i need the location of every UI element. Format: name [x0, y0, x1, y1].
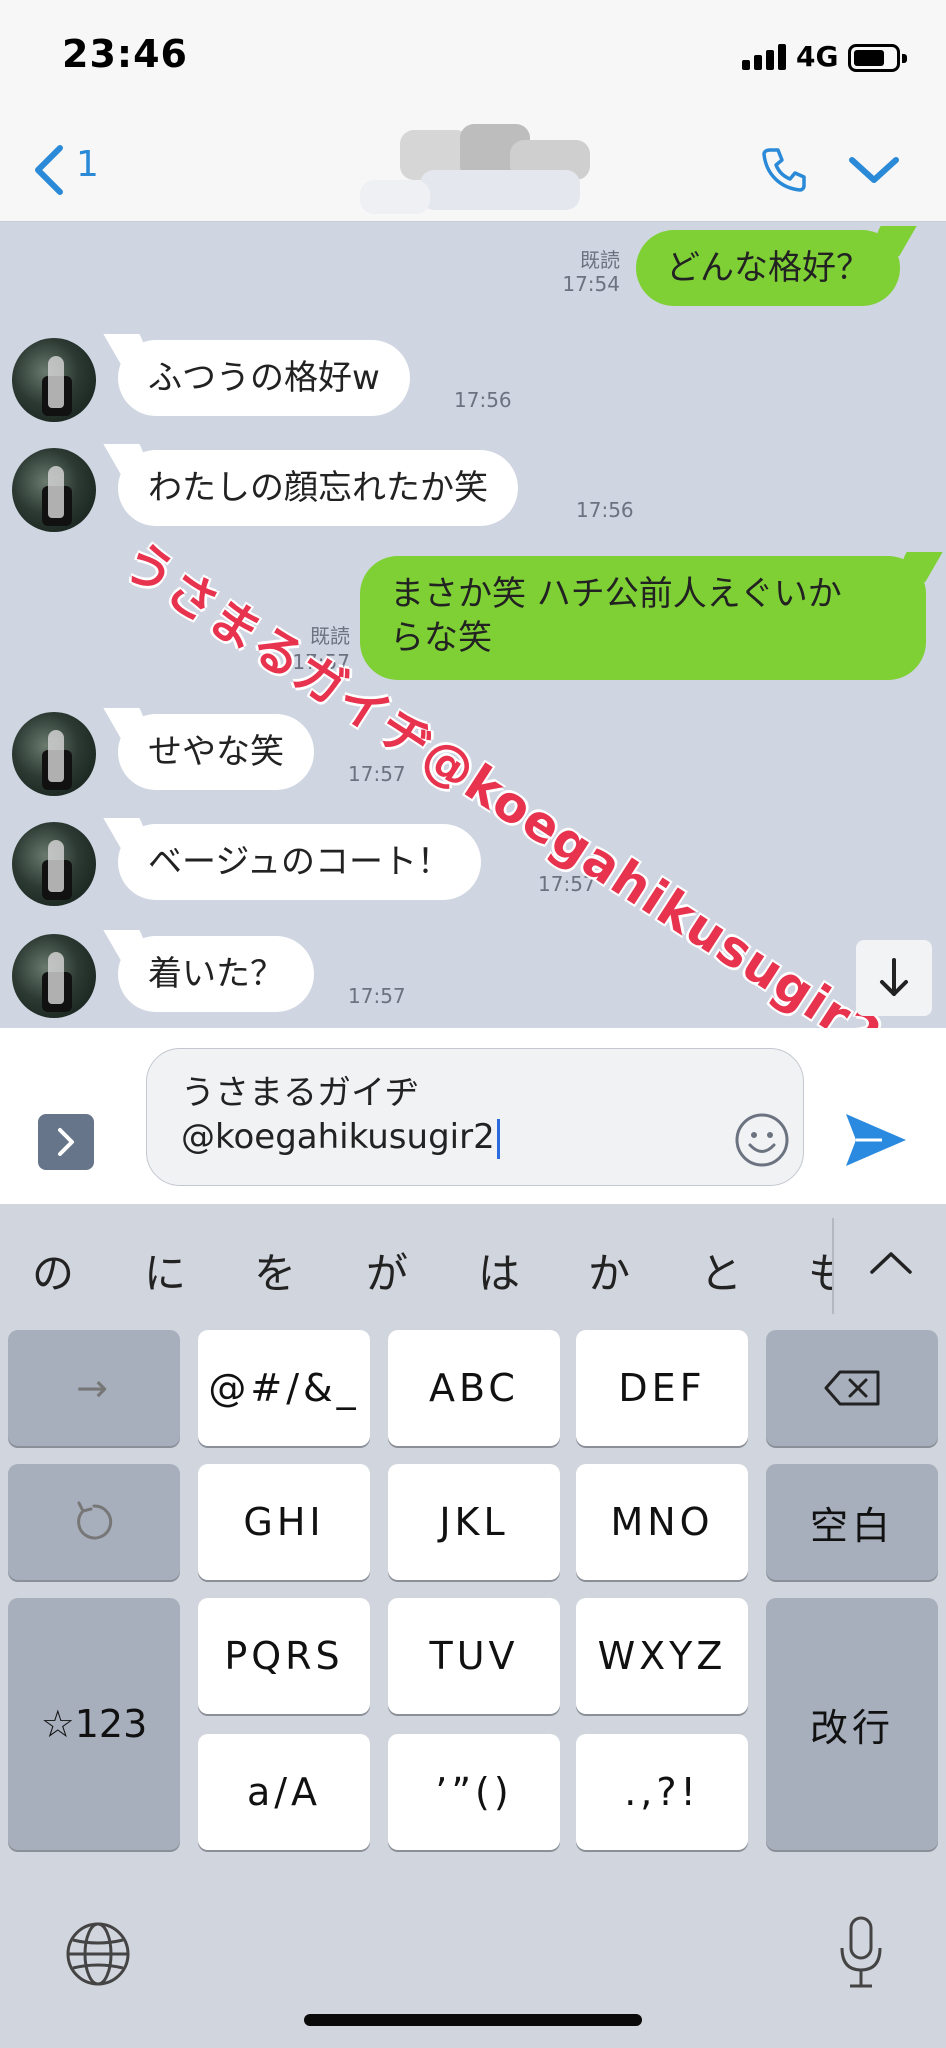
suggestion-item[interactable]: と — [700, 1240, 742, 1301]
key-numbers[interactable]: ☆123 — [8, 1598, 180, 1850]
chevron-up-icon[interactable] — [866, 1244, 916, 1280]
emoji-smile-icon[interactable] — [734, 1112, 790, 1168]
signal-strength-icon — [742, 44, 786, 70]
undo-icon — [77, 1501, 113, 1540]
input-text-line-2: @koegahikusugir2 — [181, 1117, 495, 1157]
suggestion-item[interactable]: が — [366, 1240, 408, 1301]
key-def[interactable]: DEF — [576, 1330, 748, 1446]
keyboard: の に を が は か と も → @#/&_ ABC DEF GHI JKL … — [0, 1204, 946, 2048]
globe-icon[interactable] — [64, 1920, 132, 1988]
contact-avatar[interactable] — [12, 822, 96, 906]
key-backspace[interactable] — [766, 1330, 938, 1446]
message-bubble-incoming[interactable]: せやな笑 — [118, 714, 314, 790]
arrow-down-icon — [880, 958, 908, 996]
suggestion-item[interactable]: の — [32, 1240, 74, 1301]
read-receipt: 既読 — [310, 624, 350, 648]
chat-area[interactable]: 既読 17:54 どんな格好？ ふつうの格好w 17:56 わたしの顔忘れたか笑… — [0, 222, 946, 1028]
message-composer: うさまるガイヂ @koegahikusugir2 — [0, 1028, 946, 1204]
contact-avatar[interactable] — [12, 712, 96, 796]
status-bar: 23:46 4G — [0, 0, 946, 120]
message-bubble-incoming[interactable]: 着いた？ — [118, 936, 314, 1012]
key-mno[interactable]: MNO — [576, 1464, 748, 1580]
contact-name-redacted — [360, 120, 620, 222]
message-time: 17:54 — [562, 272, 620, 296]
message-time: 17:57 — [348, 762, 406, 786]
suggestion-item[interactable]: に — [144, 1240, 186, 1301]
microphone-icon[interactable] — [834, 1914, 888, 1992]
menu-chevron-down-icon[interactable] — [848, 150, 900, 190]
expand-menu-button[interactable] — [38, 1114, 94, 1170]
suggestion-item[interactable]: か — [588, 1240, 630, 1301]
suggestion-item[interactable]: は — [478, 1240, 520, 1301]
message-time: 17:57 — [348, 984, 406, 1008]
chat-header: 1 — [0, 120, 946, 222]
key-punctuation[interactable]: .,?! — [576, 1734, 748, 1850]
back-chevron-icon[interactable] — [30, 142, 70, 198]
message-text-line: まさか笑 ハチ公前人えぐいか — [390, 574, 842, 614]
key-jkl[interactable]: JKL — [388, 1464, 560, 1580]
key-ghi[interactable]: GHI — [198, 1464, 370, 1580]
scroll-to-bottom-button[interactable] — [856, 940, 932, 1016]
back-unread-count[interactable]: 1 — [76, 144, 99, 185]
key-symbols[interactable]: @#/&_ — [198, 1330, 370, 1446]
message-time: 17:57 — [538, 872, 596, 896]
message-bubble-outgoing[interactable]: まさか笑 ハチ公前人えぐいか らな笑 — [360, 556, 926, 680]
input-text-line: @koegahikusugir2 — [181, 1117, 500, 1159]
message-time: 17:57 — [292, 650, 350, 674]
suggestion-bar: の に を が は か と も — [0, 1204, 946, 1330]
suggestion-item[interactable]: も — [808, 1240, 832, 1301]
key-undo[interactable] — [8, 1464, 180, 1580]
text-caret — [496, 1118, 500, 1159]
chevron-right-icon — [58, 1128, 74, 1156]
key-label: → — [76, 1366, 112, 1410]
key-tuv[interactable]: TUV — [388, 1598, 560, 1714]
message-bubble-incoming[interactable]: ふつうの格好w — [118, 340, 410, 416]
key-quotes[interactable]: ’”() — [388, 1734, 560, 1850]
key-abc[interactable]: ABC — [388, 1330, 560, 1446]
message-text-line: らな笑 — [390, 618, 492, 658]
suggestion-item[interactable]: を — [254, 1240, 296, 1301]
send-icon[interactable] — [842, 1108, 910, 1172]
home-indicator — [304, 2014, 642, 2026]
message-input[interactable]: うさまるガイヂ @koegahikusugir2 — [146, 1048, 804, 1186]
contact-avatar[interactable] — [12, 338, 96, 422]
message-time: 17:56 — [576, 498, 634, 522]
message-bubble-incoming[interactable]: ベージュのコート！ — [118, 824, 481, 900]
read-receipt: 既読 — [580, 248, 620, 272]
contact-avatar[interactable] — [12, 934, 96, 1018]
key-pqrs[interactable]: PQRS — [198, 1598, 370, 1714]
status-time: 23:46 — [62, 32, 188, 76]
key-arrow[interactable]: → — [8, 1330, 180, 1446]
contact-avatar[interactable] — [12, 448, 96, 532]
phone-call-icon[interactable] — [758, 144, 808, 194]
key-return[interactable]: 改行 — [766, 1598, 938, 1850]
message-time: 17:56 — [454, 388, 512, 412]
message-bubble-outgoing[interactable]: どんな格好？ — [636, 230, 900, 306]
suggestion-divider — [832, 1218, 834, 1314]
key-wxyz[interactable]: WXYZ — [576, 1598, 748, 1714]
key-space[interactable]: 空白 — [766, 1464, 938, 1580]
message-bubble-incoming[interactable]: わたしの顔忘れたか笑 — [118, 450, 518, 526]
backspace-icon — [824, 1370, 880, 1406]
input-text-line: うさまるガイヂ — [181, 1073, 419, 1113]
network-type: 4G — [796, 40, 839, 73]
battery-icon — [848, 44, 907, 72]
key-case[interactable]: a/A — [198, 1734, 370, 1850]
